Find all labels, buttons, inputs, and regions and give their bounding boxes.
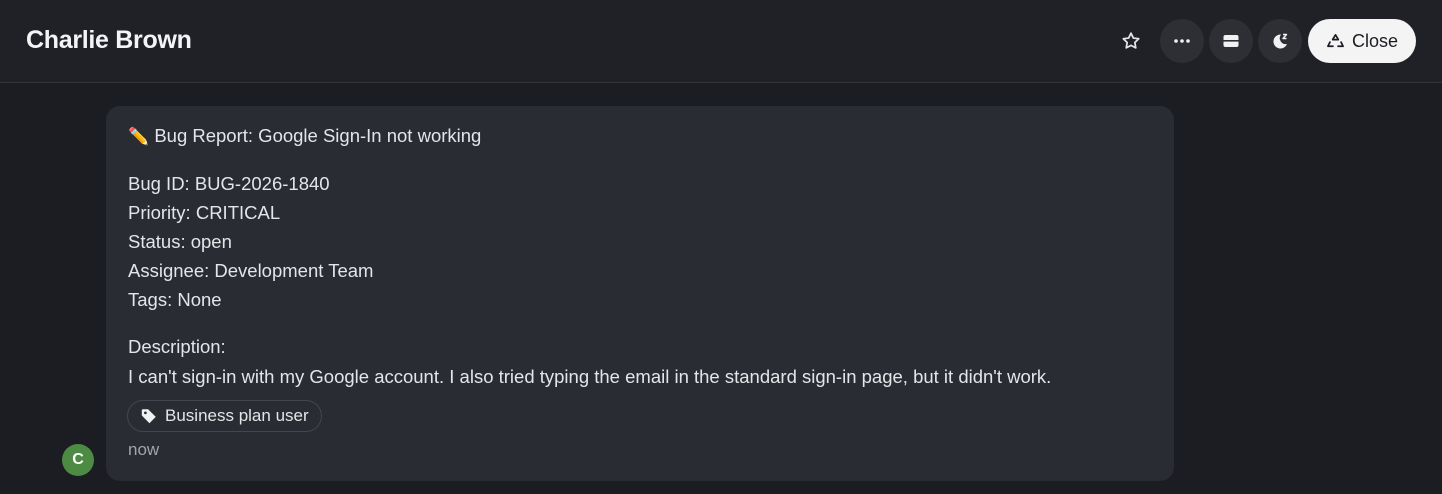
bug-id: Bug ID: BUG-2026-1840: [128, 173, 330, 194]
pencil-icon: ✏️: [128, 127, 150, 146]
close-label: Close: [1351, 30, 1398, 51]
contact-name: Charlie Brown: [26, 26, 192, 54]
avatar: C: [62, 444, 94, 476]
more-horizontal-icon: [1174, 39, 1190, 43]
archive-button[interactable]: [1208, 19, 1253, 63]
star-icon: [1122, 32, 1140, 49]
recycle-icon: [1327, 33, 1344, 47]
snooze-icon: [1273, 33, 1288, 49]
star-button[interactable]: [1109, 19, 1153, 63]
bug-tags: Tags: None: [128, 289, 222, 310]
header-actions: Close: [1109, 19, 1416, 63]
bug-status: Status: open: [128, 231, 232, 252]
tag-chip[interactable]: Business plan user: [127, 400, 322, 432]
message-bubble: ✏️ Bug Report: Google Sign-In not workin…: [106, 106, 1174, 481]
message-title: Bug Report: Google Sign-In not working: [154, 125, 482, 146]
description-text: I can't sign-in with my Google account. …: [128, 366, 1052, 387]
conversation-header: Charlie Brown Close: [0, 0, 1442, 83]
description-label: Description:: [128, 336, 226, 357]
snooze-button[interactable]: [1257, 19, 1302, 63]
more-options-button[interactable]: [1159, 19, 1204, 63]
message-title-row: ✏️ Bug Report: Google Sign-In not workin…: [128, 125, 481, 147]
archive-icon: [1223, 35, 1239, 47]
bug-assignee: Assignee: Development Team: [128, 260, 374, 281]
close-button[interactable]: Close: [1307, 19, 1416, 63]
tag-icon: [141, 409, 156, 424]
bug-priority: Priority: CRITICAL: [128, 202, 281, 223]
message-timestamp: now: [128, 440, 160, 459]
tag-label: Business plan user: [165, 406, 309, 425]
